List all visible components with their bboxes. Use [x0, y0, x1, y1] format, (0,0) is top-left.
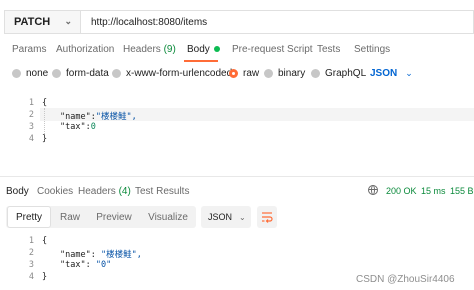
wrap-lines-button[interactable] — [257, 206, 277, 228]
line-number: 4 — [28, 134, 34, 144]
body-language-select[interactable]: JSON ⌄ — [370, 68, 413, 79]
response-tab-test-results[interactable]: Test Results — [135, 186, 189, 197]
chevron-down-icon: ⌄ — [239, 212, 246, 222]
view-preview-button[interactable]: Preview — [90, 206, 138, 228]
line-number: 3 — [28, 260, 34, 270]
code-line[interactable]: "tax":0 — [60, 122, 96, 132]
line-number: 3 — [28, 122, 34, 132]
headers-count: (9) — [163, 44, 176, 55]
headers-count: (4) — [118, 186, 131, 197]
radio-icon — [311, 69, 320, 78]
radio-graphql[interactable]: GraphQL — [311, 68, 366, 79]
wrap-lines-icon — [262, 212, 273, 223]
radio-icon — [112, 69, 121, 78]
radio-icon — [12, 69, 21, 78]
radio-form-data[interactable]: form-data — [52, 68, 109, 79]
radio-raw[interactable]: raw — [229, 68, 259, 79]
tab-params[interactable]: Params — [12, 44, 46, 55]
method-label: PATCH — [14, 16, 51, 28]
watermark: CSDN @ZhouSir4406 — [356, 274, 455, 285]
radio-none[interactable]: none — [12, 68, 48, 79]
response-tab-headers[interactable]: Headers (4) — [78, 186, 131, 197]
radio-x-www-form-urlencoded[interactable]: x-www-form-urlencoded — [112, 68, 232, 79]
response-time[interactable]: 15 ms — [421, 186, 446, 196]
code-line[interactable]: "name": "楼楼鲑", — [60, 248, 142, 260]
tab-authorization[interactable]: Authorization — [56, 44, 114, 55]
tab-tests[interactable]: Tests — [317, 44, 340, 55]
code-line[interactable]: } — [42, 134, 47, 144]
tab-headers[interactable]: Headers (9) — [123, 44, 176, 55]
active-dot-icon — [213, 46, 220, 53]
response-format-select[interactable]: JSON ⌄ — [201, 206, 251, 228]
method-select[interactable]: PATCH ⌄ — [4, 10, 80, 34]
view-pretty-button[interactable]: Pretty — [7, 206, 51, 228]
line-number: 4 — [28, 272, 34, 282]
panel-divider[interactable] — [0, 176, 474, 177]
line-number: 1 — [28, 236, 34, 246]
code-line[interactable]: { — [42, 236, 47, 246]
url-input[interactable]: http://localhost:8080/items — [80, 10, 474, 34]
line-number: 2 — [28, 248, 34, 258]
response-tab-body[interactable]: Body — [6, 186, 29, 197]
line-number: 1 — [28, 98, 34, 108]
status-code[interactable]: 200 OK — [386, 186, 417, 196]
line-number: 2 — [28, 110, 34, 120]
code-line[interactable]: } — [42, 272, 47, 282]
url-text: http://localhost:8080/items — [91, 16, 208, 28]
response-tab-cookies[interactable]: Cookies — [37, 186, 73, 197]
response-size[interactable]: 155 B — [450, 186, 474, 196]
chevron-down-icon: ⌄ — [64, 16, 72, 26]
tab-pre-request-script[interactable]: Pre-request Script — [232, 44, 313, 55]
globe-icon[interactable] — [368, 185, 378, 195]
view-raw-button[interactable]: Raw — [52, 206, 88, 228]
radio-icon — [52, 69, 61, 78]
radio-icon — [264, 69, 273, 78]
chevron-down-icon: ⌄ — [405, 68, 413, 78]
indent-guide — [44, 108, 45, 134]
code-line[interactable]: "name":"楼楼鲑", — [60, 110, 137, 122]
code-line[interactable]: { — [42, 98, 47, 108]
active-tab-indicator — [184, 60, 218, 62]
tab-settings[interactable]: Settings — [354, 44, 390, 55]
radio-selected-icon — [229, 69, 238, 78]
view-visualize-button[interactable]: Visualize — [140, 206, 196, 228]
tab-body[interactable]: Body — [187, 44, 220, 55]
radio-binary[interactable]: binary — [264, 68, 305, 79]
code-line[interactable]: "tax": "0" — [60, 260, 111, 270]
